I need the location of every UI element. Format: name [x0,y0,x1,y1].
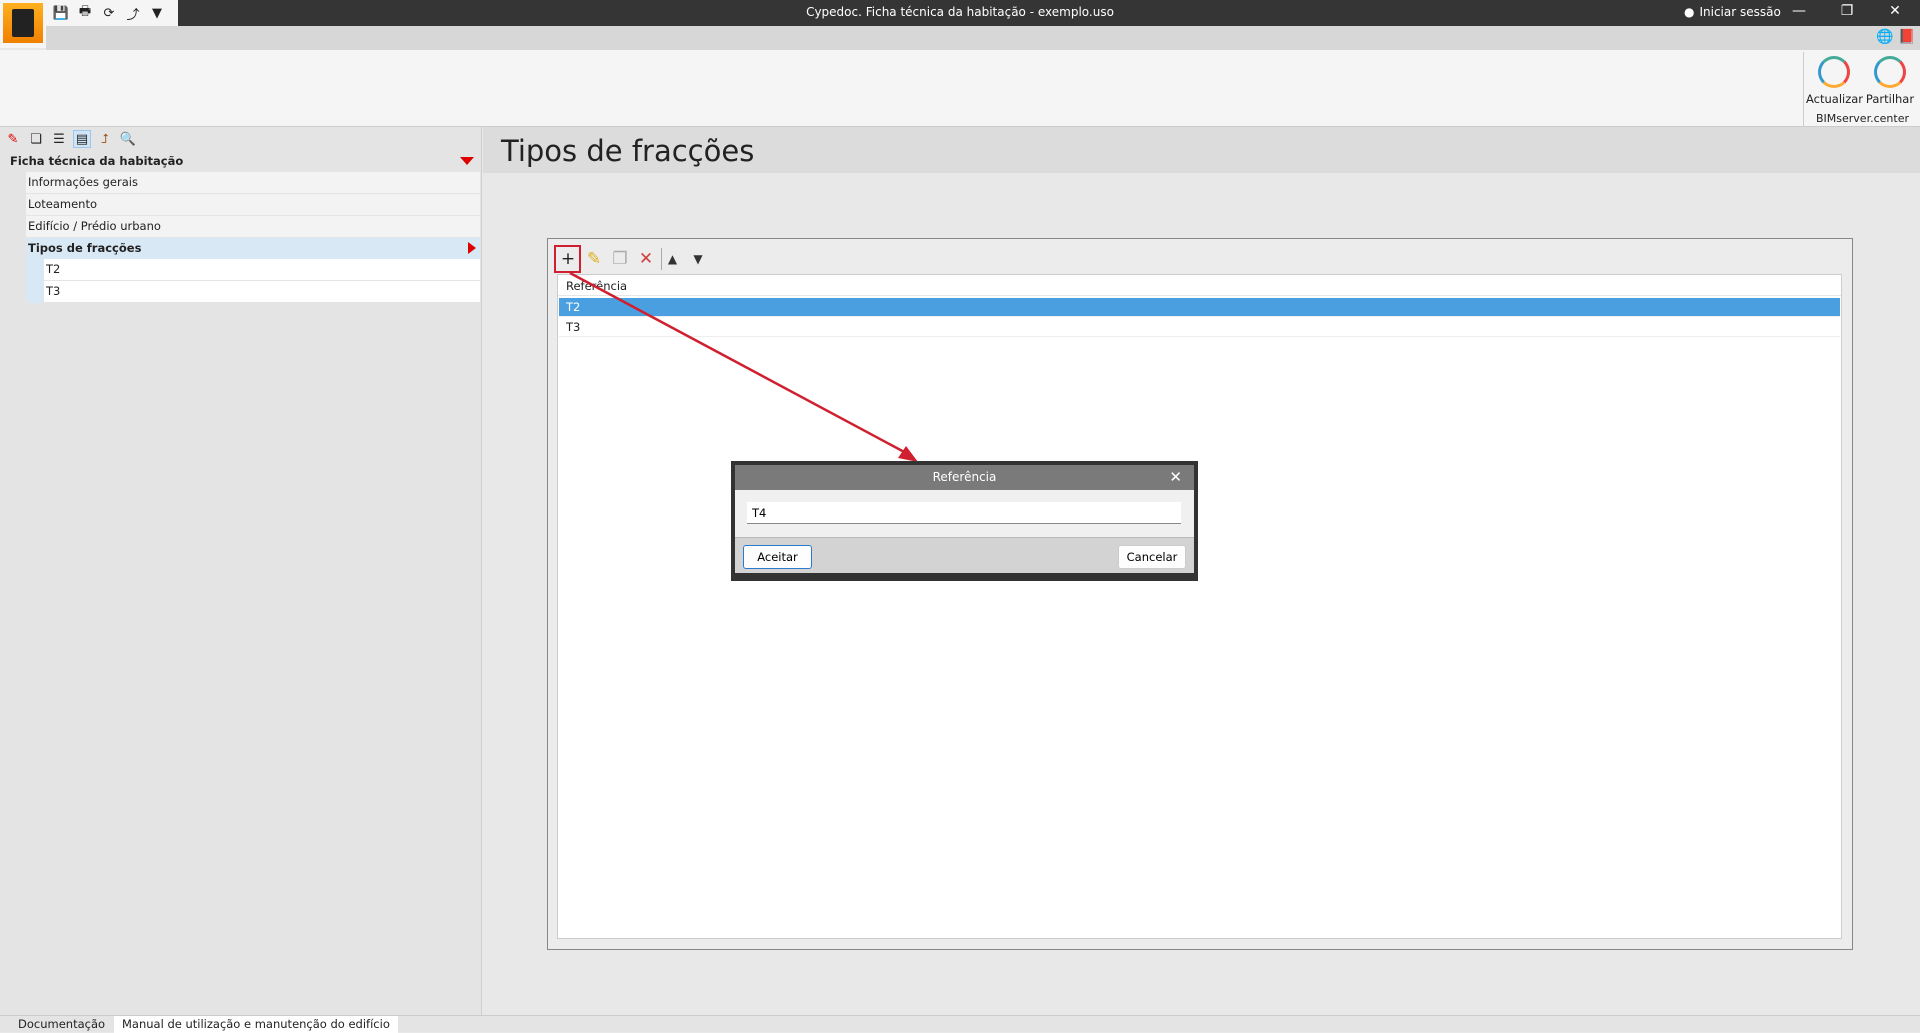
update-button[interactable]: Actualizar [1806,56,1864,106]
sidebar-item-informacoes-gerais[interactable]: Informações gerais [26,172,480,193]
move-down-button[interactable]: ▼ [687,248,709,270]
list-icon[interactable]: ☰ [50,130,68,148]
title-bar: Cypedoc. Ficha técnica da habitação - ex… [0,0,1920,26]
customize-dropdown-icon[interactable]: ▼ [148,4,166,22]
update-icon [1818,56,1850,88]
login-label: Iniciar sessão [1699,5,1781,19]
share-icon [1874,56,1906,88]
share-button[interactable]: Partilhar [1862,56,1918,106]
sidebar-item-edificio[interactable]: Edifício / Prédio urbano [26,216,480,237]
quick-access-toolbar: 💾 🖶 ⟳ ⤴ ▼ [46,0,178,26]
tree-header[interactable]: Ficha técnica da habitação [0,150,480,172]
cancel-button[interactable]: Cancelar [1118,545,1186,569]
tree-indent [26,259,44,303]
bimserver-update-icon[interactable]: ⟳ [100,4,118,22]
form-view-icon[interactable]: ▤ [73,130,91,148]
tab-documentacao[interactable]: Documentação [10,1016,113,1033]
ribbon-tab-bar: 🌐 📕 [46,26,1920,50]
minimize-button[interactable]: — [1784,3,1814,19]
column-header-referencia[interactable]: Referência [558,276,1841,296]
restore-button[interactable]: ❐ [1832,3,1862,19]
dialog-footer: Aceitar Cancelar [735,537,1194,573]
sidebar: ✎ ❏ ☰ ▤ ⮥ 🔍 Ficha técnica da habitação I… [0,127,482,1015]
dialog-title-bar: Referência ✕ [735,465,1194,490]
update-label: Actualizar [1806,92,1864,106]
reference-list: Referência T2 T3 [557,274,1842,939]
tab-manual[interactable]: Manual de utilização e manutenção do edi… [114,1016,398,1033]
dialog-title: Referência [932,470,997,484]
dialog-body [735,490,1194,537]
ribbon [0,50,1920,127]
move-up-button[interactable]: ▲ [661,248,683,270]
reference-dialog: Referência ✕ Aceitar Cancelar [731,461,1198,581]
window-title: Cypedoc. Ficha técnica da habitação - ex… [806,5,1114,19]
close-button[interactable]: ✕ [1880,3,1910,19]
app-logo[interactable] [0,0,46,48]
delete-button[interactable]: ✕ [635,248,657,270]
expand-arrow-icon [468,242,476,254]
copy-icon[interactable]: ❏ [27,130,45,148]
list-row[interactable]: T3 [559,318,1840,337]
reference-input[interactable] [747,502,1181,524]
bimserver-share-icon[interactable]: ⤴ [124,4,142,23]
user-icon: ● [1684,5,1695,19]
sidebar-subitem-t2[interactable]: T2 [44,259,480,280]
sidebar-item-tipos-de-fraccoes[interactable]: Tipos de fracções [26,238,480,259]
annotation-highlight-box [554,245,581,273]
collapse-icon [460,157,474,165]
close-icon[interactable]: ✕ [1169,468,1182,486]
sidebar-subitem-t3[interactable]: T3 [44,281,480,302]
tree-header-label: Ficha técnica da habitação [10,154,184,168]
sidebar-toolbar: ✎ ❏ ☰ ▤ ⮥ 🔍 [4,130,137,148]
share-label: Partilhar [1865,92,1915,106]
list-row[interactable]: T2 [559,298,1840,317]
bottom-tabs: Documentação Manual de utilização e manu… [0,1015,1920,1033]
edit-icon[interactable]: ✎ [4,130,22,148]
bimserver-group: Actualizar Partilhar BIMserver.center [1803,52,1920,126]
save-icon[interactable]: 💾 [52,4,70,22]
globe-icon[interactable]: 🌐 [1876,29,1893,45]
search-icon[interactable]: 🔍 [119,130,137,148]
duplicate-button[interactable]: ❐ [609,248,631,270]
accept-button[interactable]: Aceitar [743,545,812,569]
edit-button[interactable]: ✎ [583,248,605,270]
page-title: Tipos de fracções [501,134,755,168]
help-book-icon[interactable]: 📕 [1898,29,1915,45]
sidebar-item-label: Tipos de fracções [28,241,142,255]
login-button[interactable]: ● Iniciar sessão [1684,5,1781,19]
sidebar-item-loteamento[interactable]: Loteamento [26,194,480,215]
group-label: BIMserver.center [1816,112,1909,125]
print-icon[interactable]: 🖶 [76,4,94,22]
up-level-icon[interactable]: ⮥ [96,130,114,148]
